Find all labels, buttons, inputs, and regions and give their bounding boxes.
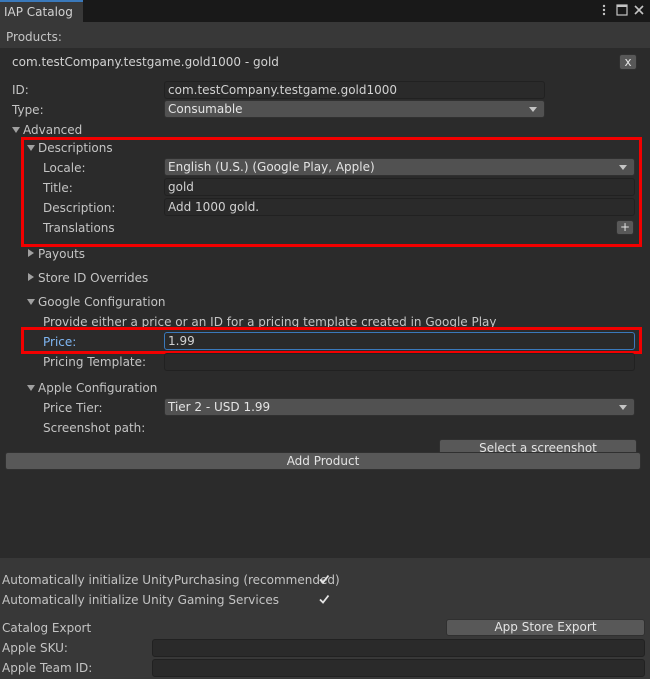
auto-init-ugs-label: Automatically initialize Unity Gaming Se… (2, 593, 279, 607)
description-field[interactable]: Add 1000 gold. (164, 198, 635, 216)
apple-configuration-foldout-icon[interactable] (27, 385, 35, 391)
chevron-down-icon (529, 107, 537, 112)
id-field[interactable]: com.testCompany.testgame.gold1000 (164, 81, 545, 99)
app-store-export-button[interactable]: App Store Export (446, 619, 645, 636)
price-tier-value: Tier 2 - USD 1.99 (168, 400, 271, 414)
advanced-foldout[interactable]: Advanced (23, 123, 82, 137)
apple-team-id-field[interactable] (152, 659, 645, 677)
products-label: Products: (6, 30, 62, 44)
apple-configuration-foldout[interactable]: Apple Configuration (38, 381, 157, 395)
select-screenshot-button[interactable]: Select a screenshot (439, 439, 637, 453)
locale-dropdown[interactable]: English (U.S.) (Google Play, Apple) (164, 158, 635, 176)
tab-title: IAP Catalog (4, 5, 73, 19)
translations-label: Translations (43, 221, 115, 235)
maximize-icon[interactable] (616, 4, 628, 16)
google-configuration-foldout-icon[interactable] (27, 299, 35, 305)
apple-team-id-label: Apple Team ID: (2, 661, 93, 675)
description-label: Description: (43, 201, 116, 215)
tab-iap-catalog[interactable]: IAP Catalog (0, 0, 83, 22)
auto-init-purchasing-label: Automatically initialize UnityPurchasing… (2, 573, 340, 587)
apple-sku-field[interactable] (152, 639, 645, 657)
apple-sku-label: Apple SKU: (2, 641, 68, 655)
pricing-template-label: Pricing Template: (43, 355, 147, 369)
screenshot-path-label: Screenshot path: (43, 421, 146, 435)
advanced-foldout-icon[interactable] (12, 127, 20, 133)
close-window-icon[interactable] (633, 4, 645, 16)
type-label: Type: (12, 103, 44, 117)
descriptions-foldout-icon[interactable] (27, 145, 35, 151)
locale-value: English (U.S.) (Google Play, Apple) (168, 160, 375, 174)
chevron-down-icon (619, 165, 627, 170)
price-field[interactable]: 1.99 (164, 332, 635, 350)
auto-init-ugs-checkbox[interactable] (318, 593, 330, 605)
title-label: Title: (43, 181, 73, 195)
descriptions-foldout[interactable]: Descriptions (38, 141, 113, 155)
store-id-overrides-foldout[interactable]: Store ID Overrides (38, 271, 148, 285)
add-translation-button[interactable]: + (616, 220, 634, 235)
locale-label: Locale: (43, 161, 86, 175)
more-options-icon[interactable] (600, 4, 608, 16)
payouts-foldout-icon[interactable] (28, 249, 34, 257)
price-tier-label: Price Tier: (43, 401, 103, 415)
auto-init-purchasing-checkbox[interactable] (318, 573, 330, 585)
product-header: com.testCompany.testgame.gold1000 - gold (12, 55, 279, 69)
catalog-export-label: Catalog Export (2, 621, 92, 635)
id-label: ID: (12, 83, 29, 97)
store-id-overrides-foldout-icon[interactable] (28, 273, 34, 281)
pricing-template-field[interactable] (164, 353, 635, 371)
payouts-foldout[interactable]: Payouts (38, 247, 85, 261)
window-tab-bar: IAP Catalog (0, 0, 650, 22)
type-value: Consumable (168, 102, 243, 116)
google-configuration-foldout[interactable]: Google Configuration (38, 295, 166, 309)
type-dropdown[interactable]: Consumable (164, 100, 545, 118)
add-product-button[interactable]: Add Product (5, 452, 641, 470)
google-hint: Provide either a price or an ID for a pr… (43, 315, 497, 329)
title-field[interactable]: gold (164, 178, 635, 196)
remove-product-button[interactable]: x (619, 54, 637, 70)
chevron-down-icon (619, 405, 627, 410)
price-label: Price: (43, 335, 77, 349)
price-tier-dropdown[interactable]: Tier 2 - USD 1.99 (164, 398, 635, 416)
